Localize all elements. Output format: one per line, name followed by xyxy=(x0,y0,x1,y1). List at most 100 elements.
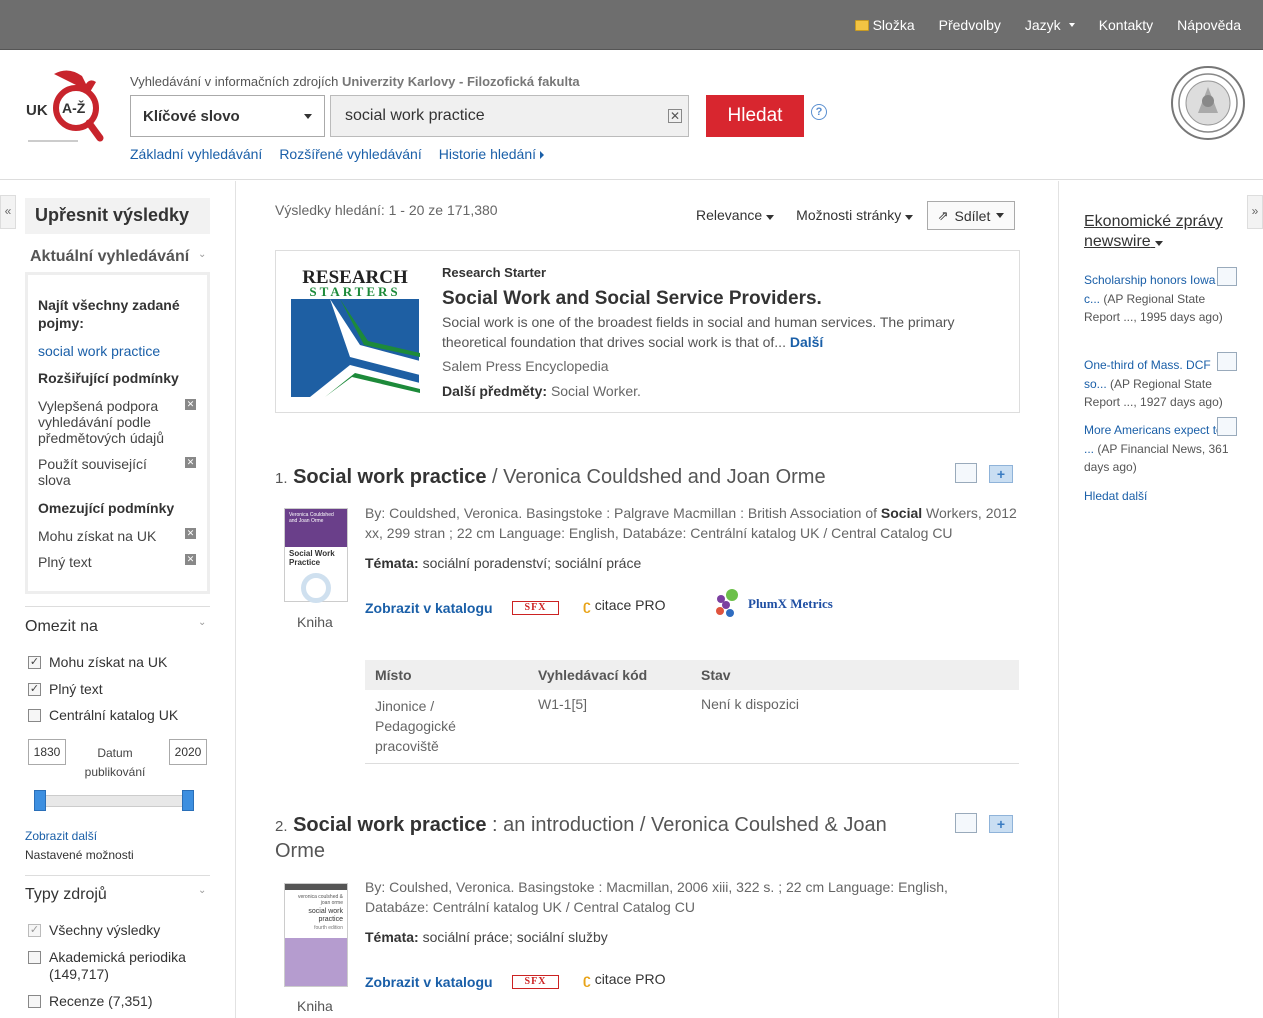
current-search-heading[interactable]: Aktuální vyhledávání xyxy=(30,248,189,266)
uk-az-logo[interactable]: UK A-Ž xyxy=(24,68,108,148)
chevron-down-icon[interactable]: ⌄ xyxy=(198,617,206,628)
checkbox[interactable] xyxy=(28,709,41,722)
source-option-row[interactable]: Akademická periodika (149,717) xyxy=(28,949,199,983)
folder-link[interactable]: Složka xyxy=(854,17,915,33)
help-icon[interactable]: ? xyxy=(811,104,827,120)
search-button[interactable]: Hledat xyxy=(706,95,804,137)
remove-icon[interactable]: ✕ xyxy=(185,528,196,539)
checkbox[interactable] xyxy=(28,995,41,1008)
limit-option-row[interactable]: Centrální katalog UK xyxy=(28,707,178,723)
limit-option-label: Mohu získat na UK xyxy=(49,654,168,670)
preview-icon[interactable] xyxy=(955,813,977,833)
help-label: Nápověda xyxy=(1177,17,1241,33)
chevron-down-icon[interactable]: ⌄ xyxy=(198,249,206,260)
share-icon: ⇗ xyxy=(937,207,949,223)
checkbox-checked[interactable]: ✓ xyxy=(28,656,41,669)
preview-icon[interactable] xyxy=(1217,352,1237,371)
publication-date-label: Datum publikování xyxy=(84,746,146,779)
book-cover[interactable]: Veronica Couldshed and Joan Orme Social … xyxy=(284,508,348,603)
view-in-catalog-link[interactable]: Zobrazit v katalogu xyxy=(365,974,493,990)
news-item: Scholarship honors Iowa c... (AP Regiona… xyxy=(1084,271,1234,327)
help-link[interactable]: Nápověda xyxy=(1177,17,1241,33)
preview-icon[interactable] xyxy=(1217,417,1237,436)
citace-pro-link[interactable]: ʗ citace PRO xyxy=(583,971,666,987)
cover-edition: fourth edition xyxy=(314,925,343,931)
newswire-title[interactable]: Ekonomické zprávy newswire xyxy=(1084,212,1234,252)
page-options-menu[interactable]: Možnosti stránky xyxy=(796,207,914,223)
svg-text:A-Ž: A-Ž xyxy=(62,99,86,116)
language-menu[interactable]: Jazyk xyxy=(1025,17,1075,33)
preferences-label: Předvolby xyxy=(938,17,1001,33)
holdings-col-callnumber: Vyhledávací kód xyxy=(538,667,648,683)
research-starter-subjects: Další předměty: Social Worker. xyxy=(442,383,641,399)
contacts-link[interactable]: Kontakty xyxy=(1099,17,1153,33)
year-to-input[interactable]: 2020 xyxy=(169,739,207,765)
result-title: 1. Social work practice / Veronica Could… xyxy=(275,465,895,491)
research-starters-logo[interactable]: RESEARCH STARTERS xyxy=(290,265,420,397)
date-slider-handle-end[interactable] xyxy=(182,790,194,811)
show-more-link[interactable]: Zobrazit další xyxy=(25,829,97,843)
book-cover[interactable]: veronica coulshed & joan orme social wor… xyxy=(284,883,348,987)
preview-icon[interactable] xyxy=(1217,267,1237,286)
source-option-row[interactable]: ✓ Všechny výsledky xyxy=(28,922,160,938)
view-in-catalog-link[interactable]: Zobrazit v katalogu xyxy=(365,600,493,616)
preview-icon[interactable] xyxy=(955,463,977,483)
remove-icon[interactable]: ✕ xyxy=(185,554,196,565)
basic-search-link[interactable]: Základní vyhledávání xyxy=(130,146,262,162)
cover-graphic xyxy=(301,573,331,603)
source-types-heading[interactable]: Typy zdrojů xyxy=(25,886,107,904)
sfx-link[interactable]: SFX xyxy=(512,975,559,989)
limit-to-heading[interactable]: Omezit na xyxy=(25,618,98,636)
search-input[interactable] xyxy=(330,95,689,137)
limit-option-row[interactable]: ✓ Plný text xyxy=(28,681,103,697)
plumx-metrics-link[interactable]: PlumX Metrics xyxy=(712,589,833,619)
citace-pro-link[interactable]: ʗ citace PRO xyxy=(583,597,666,613)
date-slider-handle-start[interactable] xyxy=(34,790,46,811)
cover-title: Social Work Practice xyxy=(289,549,335,567)
result-title-rest: / Veronica Couldshed and Joan Orme xyxy=(486,466,826,488)
add-to-folder-icon[interactable]: + xyxy=(989,815,1013,833)
limit-option-label: Centrální katalog UK xyxy=(49,707,179,723)
university-seal xyxy=(1171,66,1245,140)
date-slider-track[interactable] xyxy=(38,795,190,807)
result-title-link[interactable]: Social work practice xyxy=(293,814,486,836)
citace-icon: ʗ xyxy=(583,597,591,613)
remove-icon[interactable]: ✕ xyxy=(185,457,196,468)
page-options-label: Možnosti stránky xyxy=(796,207,902,223)
current-query-link[interactable]: social work practice xyxy=(38,343,160,359)
checkbox[interactable] xyxy=(28,951,41,964)
checkbox-checked[interactable]: ✓ xyxy=(28,683,41,696)
result-title-link[interactable]: Social work practice xyxy=(293,466,486,488)
result-type: Kniha xyxy=(297,998,333,1014)
source-option-row[interactable]: Recenze (7,351) xyxy=(28,993,153,1009)
more-link[interactable]: Další xyxy=(790,334,823,350)
headline-prefix: Vyhledávání v informačních zdrojích xyxy=(130,74,339,89)
preferences-link[interactable]: Předvolby xyxy=(939,17,1001,33)
news-item: More Americans expect to ... (AP Financi… xyxy=(1084,421,1234,477)
set-options-link[interactable]: Nastavené možnosti xyxy=(25,848,134,862)
limiter-item: Mohu získat na UK xyxy=(38,528,157,544)
advanced-search-link[interactable]: Rozšířené vyhledávání xyxy=(279,146,421,162)
subjects-label: Další předměty: xyxy=(442,383,548,399)
search-more-news-link[interactable]: Hledat další xyxy=(1084,489,1147,503)
add-to-folder-icon[interactable]: + xyxy=(989,465,1013,483)
holdings-location: Jinonice / Pedagogické pracoviště xyxy=(375,698,456,754)
share-button[interactable]: ⇗ Sdílet xyxy=(927,201,1015,230)
limit-option-row[interactable]: ✓ Mohu získat na UK xyxy=(28,654,167,670)
year-from-input[interactable]: 1830 xyxy=(28,739,66,765)
cover-graphic xyxy=(285,938,347,986)
search-field-select[interactable]: Klíčové slovo xyxy=(130,95,325,137)
clear-search-icon[interactable]: ✕ xyxy=(668,109,682,123)
checkbox-checked[interactable]: ✓ xyxy=(28,924,41,937)
chevron-down-icon[interactable]: ⌄ xyxy=(198,885,206,896)
search-header: UK A-Ž Vyhledávání v informačních zdrojí… xyxy=(0,51,1263,180)
sfx-link[interactable]: SFX xyxy=(512,601,559,615)
sort-relevance-menu[interactable]: Relevance xyxy=(696,207,775,223)
expanders-heading: Rozšiřující podmínky xyxy=(38,370,179,386)
remove-icon[interactable]: ✕ xyxy=(185,399,196,410)
divider xyxy=(25,606,210,607)
news-source: (AP Financial News, 361 days ago) xyxy=(1084,441,1229,475)
source-option-label: Akademická periodika (149,717) xyxy=(49,949,186,982)
search-history-link[interactable]: Historie hledání xyxy=(439,146,545,162)
research-starter-title[interactable]: Social Work and Social Service Providers… xyxy=(442,288,822,310)
